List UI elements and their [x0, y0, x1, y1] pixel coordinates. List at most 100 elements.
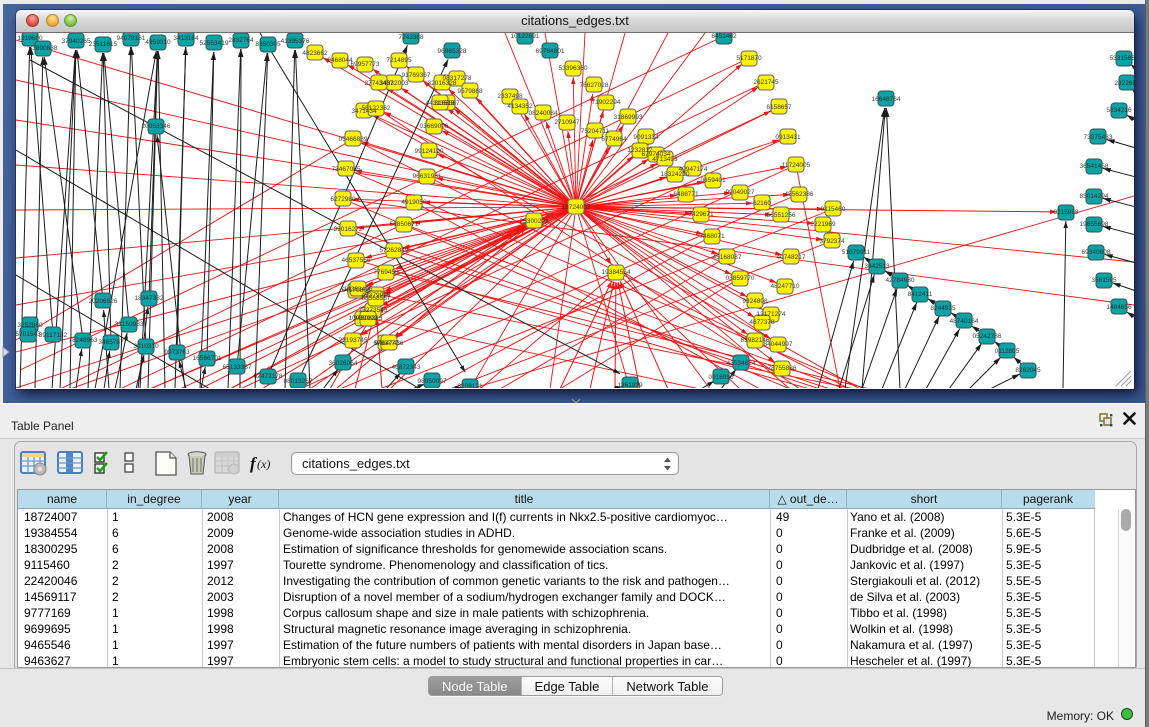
svg-text:56551256: 56551256 — [767, 212, 796, 219]
svg-text:99049027: 99049027 — [726, 189, 755, 196]
svg-text:9324808: 9324808 — [742, 298, 768, 305]
svg-text:94647436: 94647436 — [375, 340, 404, 347]
svg-text:51079911: 51079911 — [842, 249, 871, 256]
svg-text:33890838: 33890838 — [29, 45, 58, 52]
svg-text:36541458: 36541458 — [1080, 163, 1109, 170]
svg-text:2621745: 2621745 — [753, 79, 779, 86]
svg-text:9115460: 9115460 — [821, 206, 846, 213]
svg-text:71902294: 71902294 — [592, 99, 621, 106]
svg-text:20053346: 20053346 — [142, 123, 171, 130]
svg-text:84044997: 84044997 — [764, 341, 793, 348]
svg-text:9468044: 9468044 — [327, 57, 353, 64]
svg-text:7468071: 7468071 — [699, 233, 725, 240]
svg-text:3465787: 3465787 — [98, 339, 124, 346]
svg-text:08013267: 08013267 — [284, 378, 313, 385]
svg-text:6488771: 6488771 — [673, 191, 699, 198]
svg-text:7242388: 7242388 — [398, 34, 424, 41]
svg-text:85014294: 85014294 — [1080, 193, 1109, 200]
svg-text:0916998: 0916998 — [708, 374, 734, 381]
svg-text:65133387: 65133387 — [223, 364, 252, 371]
svg-text:36026064: 36026064 — [329, 360, 358, 367]
svg-text:08240084: 08240084 — [529, 110, 558, 117]
svg-text:27193745: 27193745 — [339, 337, 368, 344]
svg-text:6158657: 6158657 — [766, 104, 792, 111]
svg-text:5171870: 5171870 — [736, 55, 762, 62]
svg-text:6774964: 6774964 — [601, 136, 627, 143]
svg-text:8208121: 8208121 — [457, 383, 483, 388]
svg-text:25300203: 25300203 — [520, 218, 549, 225]
svg-text:8262045: 8262045 — [1015, 367, 1041, 374]
svg-text:3252880: 3252880 — [17, 322, 43, 329]
svg-text:41395376: 41395376 — [281, 38, 310, 45]
svg-text:11724005: 11724005 — [782, 162, 811, 169]
svg-text:4919058: 4919058 — [401, 199, 427, 206]
svg-text:8451462: 8451462 — [711, 33, 737, 40]
svg-text:8244935: 8244935 — [930, 305, 956, 312]
svg-text:62160: 62160 — [753, 200, 771, 207]
svg-text:03669096: 03669096 — [420, 123, 449, 130]
svg-text:58122362: 58122362 — [362, 105, 391, 112]
svg-text:45562386: 45562386 — [785, 191, 814, 198]
svg-text:4134352: 4134352 — [507, 103, 533, 110]
svg-text:31869993: 31869993 — [614, 114, 643, 121]
svg-text:78248963: 78248963 — [69, 337, 98, 344]
svg-text:3413164: 3413164 — [173, 35, 199, 42]
svg-text:94078161: 94078161 — [117, 35, 146, 42]
svg-text:18347382: 18347382 — [135, 295, 164, 302]
svg-text:3010310: 3010310 — [133, 343, 159, 350]
svg-text:8412411: 8412411 — [908, 291, 933, 298]
svg-text:76627028: 76627028 — [580, 82, 609, 89]
svg-text:46537556: 46537556 — [342, 257, 371, 264]
svg-text:7214895: 7214895 — [386, 57, 412, 64]
svg-text:05242786: 05242786 — [973, 333, 1002, 340]
svg-text:37940265: 37940265 — [62, 38, 91, 45]
svg-text:91769367: 91769367 — [402, 72, 431, 79]
svg-text:4823662: 4823662 — [302, 50, 328, 57]
svg-text:45168087: 45168087 — [713, 254, 742, 261]
svg-text:42784980: 42784980 — [886, 277, 915, 284]
svg-text:19384554: 19384554 — [602, 269, 631, 276]
svg-text:2322602: 2322602 — [1114, 80, 1134, 87]
svg-text:99124190: 99124190 — [415, 148, 444, 155]
svg-text:69784801: 69784801 — [536, 48, 565, 55]
svg-text:8350305: 8350305 — [255, 41, 281, 48]
svg-text:16648764: 16648764 — [872, 96, 901, 103]
svg-text:20206526: 20206526 — [89, 298, 118, 305]
svg-text:75273545: 75273545 — [359, 307, 388, 314]
svg-text:05466889: 05466889 — [339, 136, 368, 143]
svg-text:78755886: 78755886 — [768, 365, 797, 372]
svg-text:88568557: 88568557 — [362, 295, 391, 302]
svg-text:62473178: 62473178 — [254, 373, 283, 380]
svg-text:73467065: 73467065 — [332, 166, 361, 173]
svg-text:48740164: 48740164 — [950, 318, 979, 325]
svg-text:53315869: 53315869 — [1110, 55, 1134, 62]
svg-text:99016272: 99016272 — [334, 226, 363, 233]
svg-text:9973763: 9973763 — [164, 349, 190, 356]
svg-text:3792374: 3792374 — [819, 238, 845, 245]
svg-text:16566701: 16566701 — [193, 355, 222, 362]
svg-text:(x): (x) — [257, 457, 270, 471]
svg-text:03859770: 03859770 — [726, 275, 755, 282]
svg-text:3561595: 3561595 — [1091, 277, 1117, 284]
svg-text:48247710: 48247710 — [771, 283, 800, 290]
svg-text:08317278: 08317278 — [443, 75, 472, 82]
svg-text:40748217: 40748217 — [777, 254, 806, 261]
svg-text:57262849: 57262849 — [380, 247, 409, 254]
svg-text:98050097: 98050097 — [418, 378, 447, 385]
svg-text:19655698: 19655698 — [1080, 221, 1109, 228]
svg-text:9579868: 9579868 — [457, 88, 483, 95]
svg-text:7769453: 7769453 — [373, 269, 399, 276]
svg-text:3842513: 3842513 — [864, 263, 890, 270]
svg-text:0112805: 0112805 — [995, 348, 1020, 355]
svg-text:23511615: 23511615 — [89, 41, 118, 48]
svg-text:44313518: 44313518 — [426, 100, 455, 107]
svg-text:6272980: 6272980 — [330, 196, 356, 203]
svg-text:43534624: 43534624 — [727, 360, 756, 367]
svg-text:7429671: 7429671 — [688, 211, 714, 218]
svg-text:0913431: 0913431 — [775, 134, 801, 141]
svg-text:4959310: 4959310 — [145, 39, 171, 46]
svg-text:2832764: 2832764 — [228, 37, 254, 44]
svg-text:5701543: 5701543 — [16, 331, 41, 338]
svg-text:33150983: 33150983 — [115, 321, 144, 328]
svg-text:51850671: 51850671 — [390, 221, 419, 228]
